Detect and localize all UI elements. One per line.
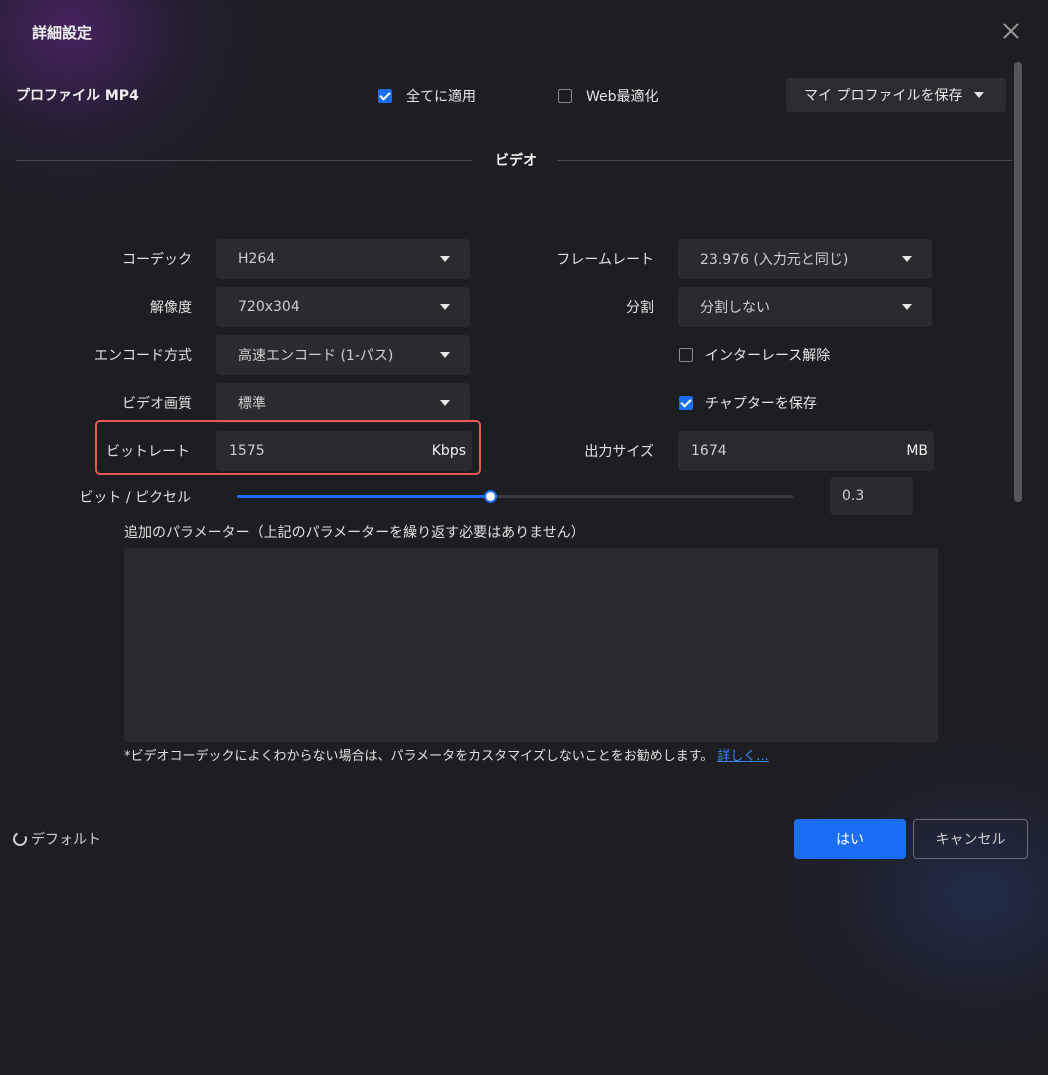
cancel-button[interactable]: キャンセル <box>913 819 1028 859</box>
slider-fill <box>237 495 490 498</box>
save-profile-label: マイ プロファイルを保存 <box>804 88 963 104</box>
quality-select[interactable]: 標準 <box>216 383 470 423</box>
section-divider-right <box>557 160 1012 161</box>
resolution-select[interactable]: 720x304 <box>216 287 470 327</box>
bitrate-unit: Kbps <box>431 443 466 459</box>
codec-note-text: *ビデオコーデックによくわからない場合は、パラメータをカスタマイズしないことをお… <box>124 749 714 764</box>
deinterlace-label: インターレース解除 <box>705 348 831 364</box>
params-textarea[interactable] <box>124 548 938 742</box>
codec-select[interactable]: H264 <box>216 239 470 279</box>
reset-icon <box>11 830 29 848</box>
chevron-down-icon <box>440 352 450 358</box>
quality-label: ビデオ画質 <box>122 396 192 412</box>
bitrate-value: 1575 <box>229 443 265 459</box>
default-label: デフォルト <box>31 832 101 848</box>
chevron-down-icon <box>440 400 450 406</box>
chevron-down-icon <box>440 304 450 310</box>
apply-all-check-icon[interactable] <box>378 89 392 103</box>
codec-label: コーデック <box>122 252 192 268</box>
apply-all-label: 全てに適用 <box>406 89 476 105</box>
codec-note: *ビデオコーデックによくわからない場合は、パラメータをカスタマイズしないことをお… <box>124 745 769 764</box>
apply-all-checkbox[interactable]: 全てに適用 <box>378 86 476 106</box>
output-size-unit: MB <box>906 443 928 459</box>
slider-thumb[interactable] <box>483 490 497 503</box>
frame-rate-label: フレームレート <box>556 252 654 268</box>
save-chapters-check-icon[interactable] <box>679 396 693 410</box>
split-select[interactable]: 分割しない <box>678 287 932 327</box>
video-section-title: ビデオ <box>495 153 537 169</box>
scrollbar-thumb[interactable] <box>1014 62 1022 502</box>
dialog-title: 詳細設定 <box>32 24 93 42</box>
params-label: 追加のパラメーター（上記のパラメーターを繰り返す必要はありません） <box>124 525 585 541</box>
resolution-value: 720x304 <box>238 299 300 315</box>
bitrate-input[interactable]: 1575 Kbps <box>216 431 472 471</box>
ok-button[interactable]: はい <box>794 819 906 859</box>
output-size-input[interactable]: 1674 MB <box>678 431 934 471</box>
encode-method-label: エンコード方式 <box>94 348 192 364</box>
default-button[interactable]: デフォルト <box>11 829 101 849</box>
profile-label: プロファイル MP4 <box>16 88 139 104</box>
bits-per-pixel-label: ビット / ピクセル <box>79 490 191 506</box>
encode-method-select[interactable]: 高速エンコード (1-パス) <box>216 335 470 375</box>
bits-per-pixel-value-text: 0.3 <box>842 488 865 504</box>
split-value: 分割しない <box>700 300 770 316</box>
split-label: 分割 <box>626 300 654 316</box>
deinterlace-check-icon[interactable] <box>679 348 693 362</box>
web-optimize-checkbox[interactable]: Web最適化 <box>558 86 659 106</box>
learn-more-link[interactable]: 詳しく... <box>717 749 768 764</box>
chevron-down-icon <box>440 256 450 262</box>
encode-method-value: 高速エンコード (1-パス) <box>238 348 394 364</box>
web-optimize-check-icon[interactable] <box>558 89 572 103</box>
section-divider-left <box>16 160 472 161</box>
frame-rate-select[interactable]: 23.976 (入力元と同じ) <box>678 239 932 279</box>
web-optimize-label: Web最適化 <box>586 89 659 105</box>
bits-per-pixel-slider[interactable] <box>237 490 793 503</box>
quality-value: 標準 <box>238 396 266 412</box>
scrollbar[interactable] <box>1014 62 1022 502</box>
bits-per-pixel-value[interactable]: 0.3 <box>830 477 913 515</box>
output-size-label: 出力サイズ <box>584 444 654 460</box>
frame-rate-value: 23.976 (入力元と同じ) <box>700 252 849 268</box>
save-profile-dropdown[interactable]: マイ プロファイルを保存 <box>786 78 1006 112</box>
chevron-down-icon <box>974 92 984 98</box>
bitrate-label: ビットレート <box>106 444 190 460</box>
chevron-down-icon <box>902 256 912 262</box>
resolution-label: 解像度 <box>150 300 192 316</box>
chevron-down-icon <box>902 304 912 310</box>
close-icon[interactable] <box>1000 20 1022 42</box>
deinterlace-checkbox[interactable]: インターレース解除 <box>679 345 830 365</box>
codec-value: H264 <box>238 251 276 267</box>
save-chapters-checkbox[interactable]: チャプターを保存 <box>679 393 817 413</box>
save-chapters-label: チャプターを保存 <box>705 396 817 412</box>
output-size-value: 1674 <box>691 443 727 459</box>
